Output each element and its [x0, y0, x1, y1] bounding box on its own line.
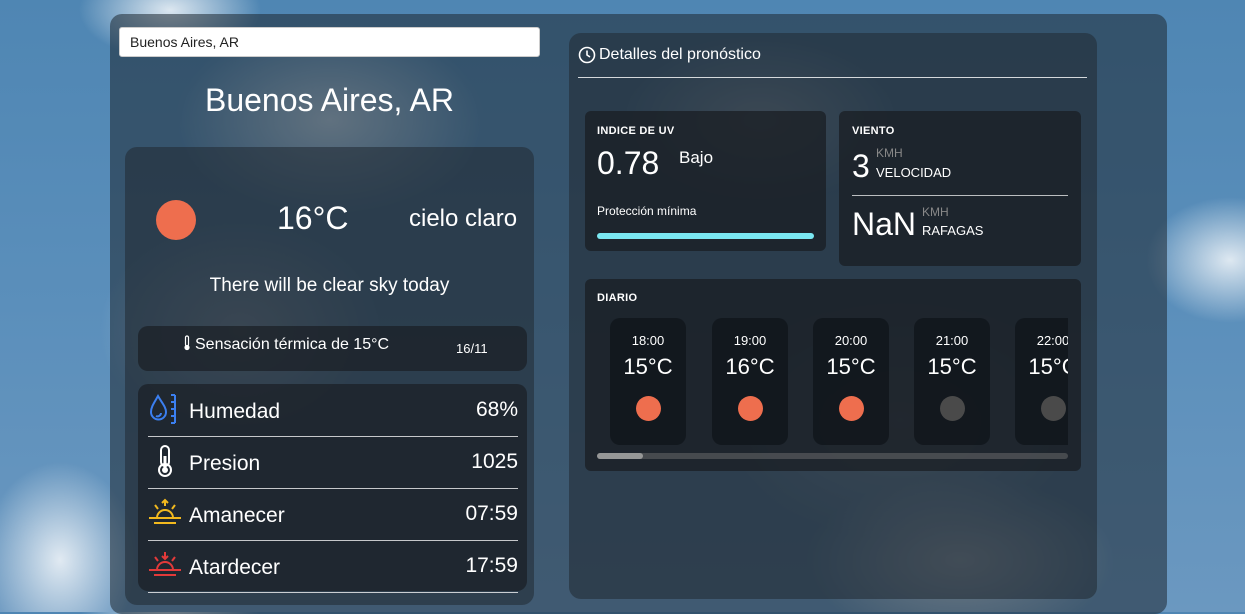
uv-level: Bajo	[679, 148, 714, 167]
details-title: Detalles del pronóstico	[599, 46, 761, 63]
stat-row-humidity: Humedad 68%	[148, 384, 518, 437]
hour-time: 22:00	[1036, 333, 1068, 348]
sun-icon	[839, 396, 864, 421]
stat-row-sunset: Atardecer 17:59	[148, 540, 518, 593]
sun-icon	[636, 396, 661, 421]
hour-temp: 15°C	[623, 354, 673, 379]
horizontal-scrollbar[interactable]	[597, 453, 1068, 459]
stat-label: Atardecer	[189, 556, 281, 579]
hour-time: 19:00	[733, 333, 767, 348]
wind-gust-label: RAFAGAS	[922, 223, 984, 238]
hour-temp: 15°C	[927, 354, 977, 379]
daily-title: DIARIO	[597, 292, 638, 304]
wind-speed-label: VELOCIDAD	[876, 165, 952, 180]
moon-icon	[940, 396, 965, 421]
divider	[852, 195, 1068, 196]
sun-icon	[738, 396, 763, 421]
hour-temp: 15°C	[1028, 354, 1068, 379]
hour-card: 21:00 15°C	[914, 318, 990, 445]
feels-like-text: Sensación térmica de 15°C	[195, 336, 390, 353]
current-temperature: 16°C	[277, 200, 349, 236]
wind-gust: NaN	[852, 206, 917, 242]
hour-card: 18:00 15°C	[610, 318, 686, 445]
divider	[578, 77, 1087, 78]
hourly-forecast-list[interactable]: 18:00 15°C 19:00 16°C 20:00 15°C 21:00 1…	[597, 318, 1068, 448]
scrollbar-thumb[interactable]	[597, 453, 643, 459]
search-input[interactable]	[119, 27, 540, 57]
sunrise-icon	[149, 498, 181, 524]
stat-label: Presion	[189, 452, 261, 475]
stat-value: 1025	[471, 450, 518, 473]
wind-speed-unit: KMH	[876, 146, 903, 160]
uv-title: INDICE DE UV	[597, 125, 675, 137]
hour-temp: 15°C	[826, 354, 876, 379]
thermometer-icon	[158, 445, 172, 477]
weather-description: cielo claro	[409, 205, 518, 232]
stat-value: 17:59	[465, 554, 518, 577]
hour-time: 20:00	[834, 333, 868, 348]
wind-speed: 3	[852, 148, 870, 184]
stat-row-sunrise: Amanecer 07:59	[148, 488, 518, 541]
wind-title: VIENTO	[852, 125, 895, 137]
wind-gust-unit: KMH	[922, 205, 949, 219]
thermometer-small-icon	[184, 335, 190, 351]
stat-value: 68%	[475, 398, 518, 421]
city-title: Buenos Aires, AR	[204, 82, 455, 118]
stat-value: 07:59	[465, 502, 518, 525]
humidity-icon	[149, 393, 176, 424]
forecast-date: 16/11	[456, 341, 488, 356]
sun-icon	[156, 200, 196, 240]
hour-time: 21:00	[935, 333, 969, 348]
uv-progress-bar	[597, 233, 814, 239]
hour-time: 18:00	[631, 333, 665, 348]
uv-value: 0.78	[597, 145, 660, 181]
hour-card: 22:00 15°C	[1015, 318, 1068, 445]
clock-icon	[578, 46, 596, 64]
weather-summary: There will be clear sky today	[209, 275, 450, 296]
sunset-icon	[149, 552, 181, 576]
moon-icon	[1041, 396, 1066, 421]
hour-card: 20:00 15°C	[813, 318, 889, 445]
stat-label: Humedad	[189, 400, 281, 423]
stat-row-pressure: Presion 1025	[148, 436, 518, 489]
hour-temp: 16°C	[725, 354, 775, 379]
feels-like: Sensación térmica de 15°C	[182, 335, 389, 354]
stat-label: Amanecer	[189, 504, 285, 527]
hour-card: 19:00 16°C	[712, 318, 788, 445]
uv-protection: Protección mínima	[597, 204, 697, 218]
